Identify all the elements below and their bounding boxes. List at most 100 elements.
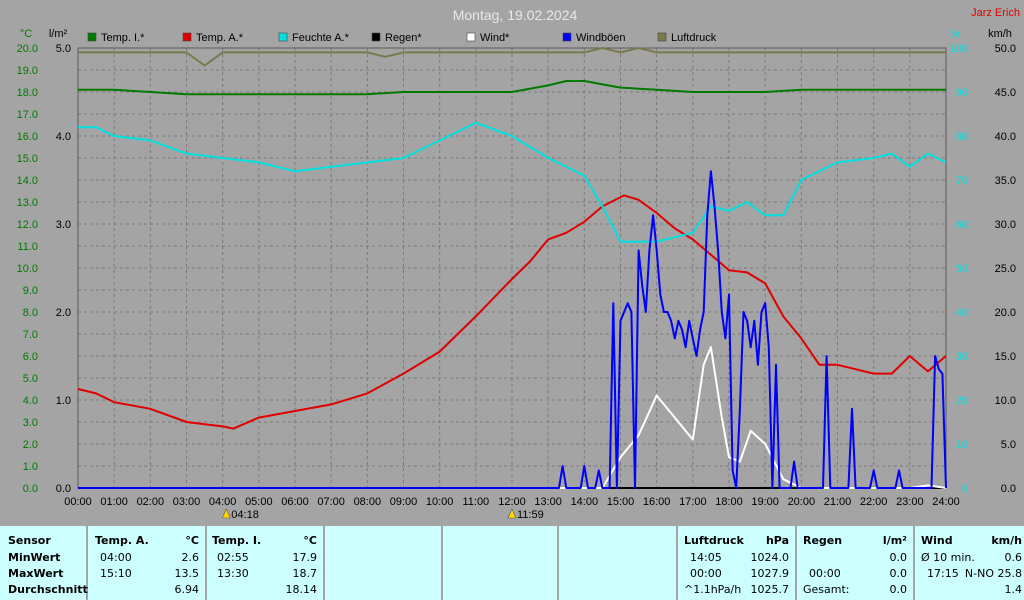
stats-wind-header: Wind	[921, 534, 953, 547]
stats-value: 18.14	[285, 583, 318, 596]
temp-tick-label: 1.0	[23, 461, 38, 473]
stats-time: 00:00	[690, 567, 722, 580]
stats-panel-empty-3	[559, 526, 676, 600]
time-tick-label: 24:00	[932, 496, 960, 508]
legend-label: Temp. I.*	[101, 32, 145, 44]
stats-row-label: Durchschnitt	[8, 583, 88, 596]
wind-tick-label: 0.0	[1001, 483, 1016, 495]
stats-temp-i-header: Temp. I.	[212, 534, 262, 547]
weather-chart: 0.0 1.0 2.0 3.0 4.0 5.0 6.0 7.0 8.0 9.0 10.0 11.0 12…	[0, 0, 1024, 524]
hum-tick-label: 60	[956, 219, 968, 231]
temp-tick-label: 10.0	[17, 263, 38, 275]
rain-tick-label: 2.0	[56, 307, 71, 319]
temp-tick-label: 2.0	[23, 439, 38, 451]
wind-tick-label: 10.0	[995, 395, 1016, 407]
time-tick-label: 00:00	[64, 496, 92, 508]
stats-temp-a-unit: °C	[185, 534, 199, 547]
stats-luftdruck-header: Luftdruck	[684, 534, 744, 547]
stats-total-label: Gesamt:	[803, 583, 850, 596]
temp-unit-label: °C	[20, 28, 32, 40]
time-tick-label: 05:00	[245, 496, 273, 508]
legend-label: Feuchte A.*	[292, 32, 350, 44]
temp-tick-label: 4.0	[23, 395, 38, 407]
hum-tick-label: 20	[956, 395, 968, 407]
temp-tick-label: 5.0	[23, 373, 38, 385]
hum-tick-label: 50	[956, 263, 968, 275]
time-tick-label: 16:00	[643, 496, 671, 508]
temp-tick-label: 11.0	[17, 241, 38, 253]
time-tick-label: 17:00	[679, 496, 707, 508]
time-tick-label: 18:00	[715, 496, 743, 508]
stats-row-label: MaxWert	[8, 567, 64, 580]
stats-value: 13.5	[174, 567, 200, 580]
time-tick-label: 21:00	[824, 496, 852, 508]
temp-tick-label: 18.0	[17, 87, 38, 99]
temp-tick-label: 16.0	[17, 131, 38, 143]
rain-tick-label: 5.0	[56, 43, 71, 55]
wind-tick-label: 25.0	[995, 263, 1016, 275]
legend-label: Windböen	[576, 32, 626, 44]
legend-swatch	[278, 32, 288, 42]
legend-swatch	[87, 32, 97, 42]
hum-tick-label: 90	[956, 87, 968, 99]
temp-tick-label: 12.0	[17, 219, 38, 231]
time-tick-label: 15:00	[607, 496, 635, 508]
hum-tick-label: 100	[950, 43, 968, 55]
wind-tick-label: 15.0	[995, 351, 1016, 363]
stats-value: 6.94	[174, 583, 200, 596]
time-tick-label: 14:00	[571, 496, 599, 508]
wind-unit-label: km/h	[988, 28, 1012, 40]
stats-value: 0.0	[889, 551, 908, 564]
stats-value: 17.9	[292, 551, 318, 564]
legend-label: Regen*	[385, 32, 422, 44]
stats-trend: ^1.1hPa/h	[684, 583, 742, 596]
temp-tick-label: 13.0	[17, 197, 38, 209]
wind-tick-label: 45.0	[995, 87, 1016, 99]
wind-tick-label: 30.0	[995, 219, 1016, 231]
legend-label: Luftdruck	[671, 32, 717, 44]
temp-tick-label: 9.0	[23, 285, 38, 297]
stats-time: 02:55	[217, 551, 249, 564]
legend-swatch	[562, 32, 572, 42]
wind-tick-label: 50.0	[995, 43, 1016, 55]
time-tick-label: 10:00	[426, 496, 454, 508]
time-tick-label: 11:00	[462, 496, 489, 508]
stats-panel-empty-2	[443, 526, 557, 600]
wind-tick-label: 5.0	[1001, 439, 1016, 451]
stats-panel-temp-a: Temp. A. °C 04:00 2.6 15:10 13.5 6.94	[88, 526, 205, 600]
time-tick-label: 02:00	[137, 496, 165, 508]
wind-tick-label: 40.0	[995, 131, 1016, 143]
station-name: Jarz Erich	[971, 7, 1020, 19]
hum-tick-label: 80	[956, 131, 968, 143]
hum-tick-label: 30	[956, 351, 968, 363]
time-tick-label: 01:00	[100, 496, 128, 508]
stats-temp-a-header: Temp. A.	[95, 534, 149, 547]
temp-tick-label: 0.0	[23, 483, 38, 495]
legend-label: Temp. A.*	[196, 32, 244, 44]
stats-panel-wind: Wind km/h Ø 10 min. 0.6 17:15 N-NO 25.8 …	[915, 526, 1024, 600]
temp-tick-label: 7.0	[23, 329, 38, 341]
stats-value: 0.0	[889, 583, 908, 596]
stats-value: 1027.9	[750, 567, 790, 580]
stats-sensor-header: Sensor	[8, 534, 51, 547]
stats-avg-label: Ø 10 min.	[921, 551, 975, 564]
temp-tick-label: 15.0	[17, 153, 38, 165]
time-tick-label: 07:00	[317, 496, 345, 508]
stats-value: 18.7	[292, 567, 318, 580]
legend-swatch	[466, 32, 476, 42]
time-tick-label: 04:00	[209, 496, 237, 508]
stats-panel-luftdruck: Luftdruck hPa 14:05 1024.0 00:00 1027.9 …	[678, 526, 795, 600]
stats-time: 00:00	[809, 567, 841, 580]
legend-swatch	[657, 32, 667, 42]
sun-marker-label: 11:59	[517, 509, 544, 521]
time-tick-label: 22:00	[860, 496, 888, 508]
time-tick-label: 03:00	[173, 496, 201, 508]
legend-label: Wind*	[480, 32, 510, 44]
stats-panel-temp-i: Temp. I. °C 02:55 17.9 13:30 18.7 18.14	[207, 526, 323, 600]
stats-time: 04:00	[100, 551, 132, 564]
stats-row-label: MinWert	[8, 551, 61, 564]
rain-tick-label: 0.0	[56, 483, 71, 495]
stats-time: 17:15	[927, 567, 959, 580]
temp-tick-label: 3.0	[23, 417, 38, 429]
time-tick-label: 08:00	[354, 496, 382, 508]
